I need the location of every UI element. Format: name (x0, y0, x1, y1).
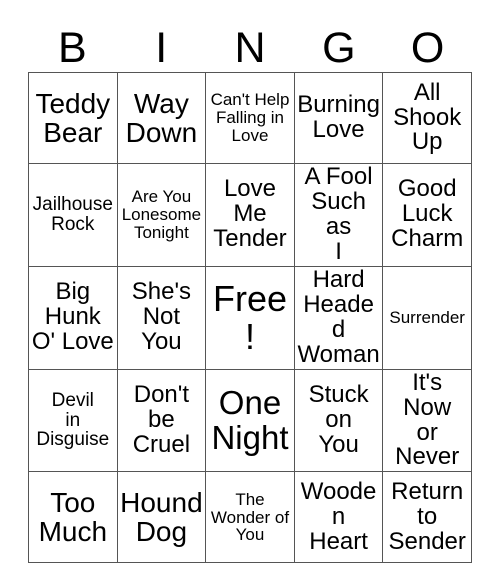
bingo-cell-label: Surrender (389, 307, 465, 327)
bingo-cell-label: Teddy Bear (35, 87, 111, 148)
bingo-cell-label: One Night (211, 384, 289, 456)
bingo-cell[interactable]: Are You Lonesome Tonight (116, 163, 207, 267)
bingo-row: Devil in Disguise Don't be Cruel One Nig… (28, 368, 472, 473)
bingo-cell-label: It's Now or Never (395, 369, 460, 471)
bingo-cell[interactable]: Wooden Heart (293, 471, 384, 563)
bingo-cell-label: Don't be Cruel (132, 381, 191, 458)
bingo-cell[interactable]: Stuck on You (293, 368, 384, 473)
bingo-header-letter-n: N (234, 24, 266, 72)
bingo-free-space-label: Free! (212, 278, 287, 357)
bingo-cell-label: Can't Help Falling in Love (210, 90, 290, 145)
bingo-cell[interactable]: All Shook Up (382, 72, 472, 164)
bingo-cell[interactable]: Jailhouse Rock (28, 163, 118, 267)
bingo-cell[interactable]: Big Hunk O' Love (28, 265, 118, 370)
bingo-cell[interactable]: It's Now or Never (382, 368, 472, 473)
bingo-cell[interactable]: Can't Help Falling in Love (205, 72, 295, 164)
bingo-row: Too Much Hound Dog The Wonder of You Woo… (28, 471, 472, 563)
bingo-cell[interactable]: Devil in Disguise (28, 368, 118, 473)
bingo-cell-label: Good Luck Charm (391, 175, 464, 253)
bingo-row: Teddy Bear Way Down Can't Help Falling i… (28, 72, 472, 164)
bingo-header-letter-b: B (58, 24, 87, 72)
bingo-header-row: B I N G O (28, 14, 472, 72)
bingo-cell[interactable]: A Fool Such as I (293, 163, 384, 267)
bingo-cell[interactable]: Too Much (28, 471, 118, 563)
bingo-cell-label: She's Not You (131, 278, 192, 356)
bingo-cell[interactable]: Burning Love (293, 72, 384, 164)
bingo-cell-label: Jailhouse Rock (32, 194, 113, 235)
bingo-cell[interactable]: One Night (205, 368, 295, 473)
bingo-header-letter-o: O (410, 24, 445, 72)
bingo-cell[interactable]: Hound Dog (116, 471, 207, 563)
bingo-cell-label: Too Much (38, 487, 108, 548)
bingo-cell[interactable]: Return to Sender (382, 471, 472, 563)
bingo-header-letter-g: G (322, 24, 356, 72)
bingo-cell[interactable]: Surrender (382, 265, 472, 370)
bingo-cell[interactable]: The Wonder of You (205, 471, 295, 563)
bingo-cell[interactable]: Love Me Tender (205, 163, 295, 267)
bingo-free-space-cell[interactable]: Free! (205, 265, 295, 370)
bingo-cell-label: Love Me Tender (213, 175, 287, 253)
bingo-cell-label: Hard Headed Woman (297, 266, 380, 368)
bingo-cell[interactable]: Teddy Bear (28, 72, 118, 164)
bingo-cell-label: Hound Dog (120, 487, 203, 548)
bingo-cell-label: Burning Love (297, 91, 380, 143)
bingo-cell-label: The Wonder of You (210, 489, 290, 545)
bingo-cell[interactable]: Good Luck Charm (382, 163, 472, 267)
bingo-cell-label: A Fool Such as I (304, 163, 373, 265)
bingo-cell-label: Are You Lonesome Tonight (121, 187, 202, 242)
bingo-card: B I N G O Teddy Bear Way Down Can't Help… (28, 14, 472, 563)
bingo-cell-label: Way Down (125, 87, 198, 148)
bingo-cell-label: All Shook Up (393, 78, 462, 156)
bingo-grid: Teddy Bear Way Down Can't Help Falling i… (28, 72, 472, 563)
bingo-cell[interactable]: Way Down (116, 72, 207, 164)
bingo-cell[interactable]: Hard Headed Woman (293, 265, 384, 370)
bingo-row: Jailhouse Rock Are You Lonesome Tonight … (28, 163, 472, 267)
bingo-cell[interactable]: She's Not You (116, 265, 207, 370)
bingo-row: Big Hunk O' Love She's Not You Free! Har… (28, 265, 472, 370)
bingo-cell-label: Devil in Disguise (36, 389, 110, 451)
bingo-cell-label: Stuck on You (308, 381, 369, 458)
bingo-cell[interactable]: Don't be Cruel (116, 368, 207, 473)
bingo-header-letter-i: I (155, 24, 168, 72)
bingo-cell-label: Big Hunk O' Love (31, 278, 114, 356)
